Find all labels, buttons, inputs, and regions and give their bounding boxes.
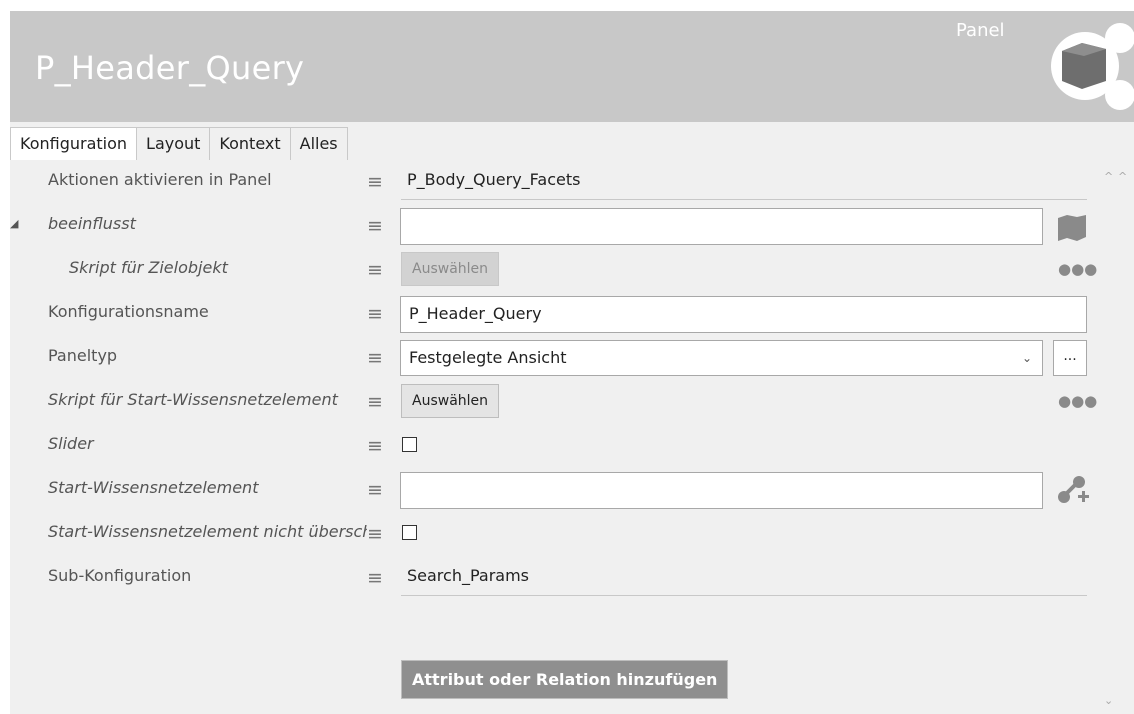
row-label: Skript für Start-Wissensnetzelement — [48, 390, 338, 409]
value-underline — [401, 199, 1087, 200]
start-wissensnetzelement-input[interactable] — [400, 472, 1043, 509]
row-label: Paneltyp — [48, 346, 118, 365]
row-skript-start: Skript für Start-Wissensnetzelement ≡ Au… — [10, 380, 1100, 424]
row-menu-icon[interactable]: ≡ — [367, 391, 383, 413]
row-menu-icon[interactable]: ≡ — [367, 171, 383, 193]
row-menu-icon[interactable]: ≡ — [367, 259, 383, 281]
panel-header: P_Header_Query Panel — [10, 11, 1134, 122]
shape-icon[interactable] — [1057, 214, 1087, 242]
row-label: Start-Wissensnetzelement nicht überschre… — [48, 522, 367, 541]
konfigurationsname-input[interactable]: P_Header_Query — [400, 296, 1087, 333]
start-nicht-ueberschreiben-checkbox[interactable] — [402, 525, 417, 540]
row-label: Aktionen aktivieren in Panel — [48, 170, 272, 189]
editor-panel: P_Header_Query Panel Konfiguration Layou… — [10, 11, 1134, 714]
value-underline — [401, 595, 1087, 596]
chevron-down-icon: ⌄ — [1021, 351, 1032, 365]
paneltyp-select[interactable]: Festgelegte Ansicht ⌄ — [400, 340, 1043, 376]
row-menu-icon[interactable]: ≡ — [367, 567, 383, 589]
panel-network-icon — [1051, 23, 1134, 110]
row-label: Slider — [48, 434, 94, 453]
scroll-down-icon[interactable]: ⌄ — [1104, 694, 1113, 707]
row-aktionen: Aktionen aktivieren in Panel ≡ P_Body_Qu… — [10, 160, 1100, 204]
row-label: Skript für Zielobjekt — [69, 258, 228, 277]
row-menu-icon[interactable]: ≡ — [367, 347, 383, 369]
row-sub-konfiguration: Sub-Konfiguration ≡ Search_Params — [10, 556, 1100, 600]
auswaehlen-button-disabled[interactable]: Auswählen — [401, 252, 500, 286]
row-menu-icon[interactable]: ≡ — [367, 523, 383, 545]
select-value: Festgelegte Ansicht — [409, 348, 567, 367]
tab-bar: Konfiguration Layout Kontext Alles — [10, 127, 348, 160]
row-label: Konfigurationsname — [48, 302, 209, 321]
row-start-nicht-ueberschreiben: Start-Wissensnetzelement nicht überschre… — [10, 512, 1100, 556]
row-slider: Slider ≡ — [10, 424, 1100, 468]
tab-kontext[interactable]: Kontext — [209, 127, 291, 160]
add-relation-icon[interactable] — [1056, 474, 1090, 506]
row-menu-icon[interactable]: ≡ — [367, 215, 383, 237]
row-beeinflusst: ◢ beeinflusst ≡ — [10, 204, 1100, 248]
panel-title: P_Header_Query — [35, 49, 305, 87]
more-options-icon[interactable]: ●●● — [1058, 392, 1097, 410]
ellipsis-button[interactable]: ... — [1053, 340, 1087, 376]
row-menu-icon[interactable]: ≡ — [367, 303, 383, 325]
slider-checkbox[interactable] — [402, 437, 417, 452]
row-label: Sub-Konfiguration — [48, 566, 192, 585]
row-paneltyp: Paneltyp ≡ Festgelegte Ansicht ⌄ ... — [10, 336, 1100, 380]
row-skript-zielobjekt: Skript für Zielobjekt ≡ Auswählen ●●● — [10, 248, 1100, 292]
more-options-icon[interactable]: ●●● — [1058, 260, 1097, 278]
beeinflusst-input[interactable] — [400, 208, 1043, 245]
row-konfigurationsname: Konfigurationsname ≡ P_Header_Query — [10, 292, 1100, 336]
panel-type-label: Panel — [956, 20, 1005, 41]
tab-layout[interactable]: Layout — [136, 127, 211, 160]
scroll-up-icon[interactable]: ^ — [1104, 170, 1113, 183]
row-value[interactable]: Search_Params — [407, 566, 529, 585]
add-attribute-relation-button[interactable]: Attribut oder Relation hinzufügen — [401, 660, 729, 699]
auswaehlen-button[interactable]: Auswählen — [401, 384, 500, 418]
row-label: Start-Wissensnetzelement — [48, 478, 259, 497]
property-grid: Aktionen aktivieren in Panel ≡ P_Body_Qu… — [10, 160, 1134, 714]
row-value[interactable]: P_Body_Query_Facets — [407, 170, 580, 189]
vertical-scrollbar[interactable]: ^ ^ ⌄ — [1100, 160, 1134, 714]
expand-collapse-icon[interactable]: ◢ — [10, 217, 18, 230]
row-label: beeinflusst — [48, 214, 136, 233]
row-menu-icon[interactable]: ≡ — [367, 479, 383, 501]
scroll-up-icon[interactable]: ^ — [1118, 170, 1127, 183]
row-menu-icon[interactable]: ≡ — [367, 435, 383, 457]
tab-konfiguration[interactable]: Konfiguration — [10, 127, 138, 160]
tab-alles[interactable]: Alles — [289, 127, 348, 160]
row-start-wissensnetzelement: Start-Wissensnetzelement ≡ — [10, 468, 1100, 512]
